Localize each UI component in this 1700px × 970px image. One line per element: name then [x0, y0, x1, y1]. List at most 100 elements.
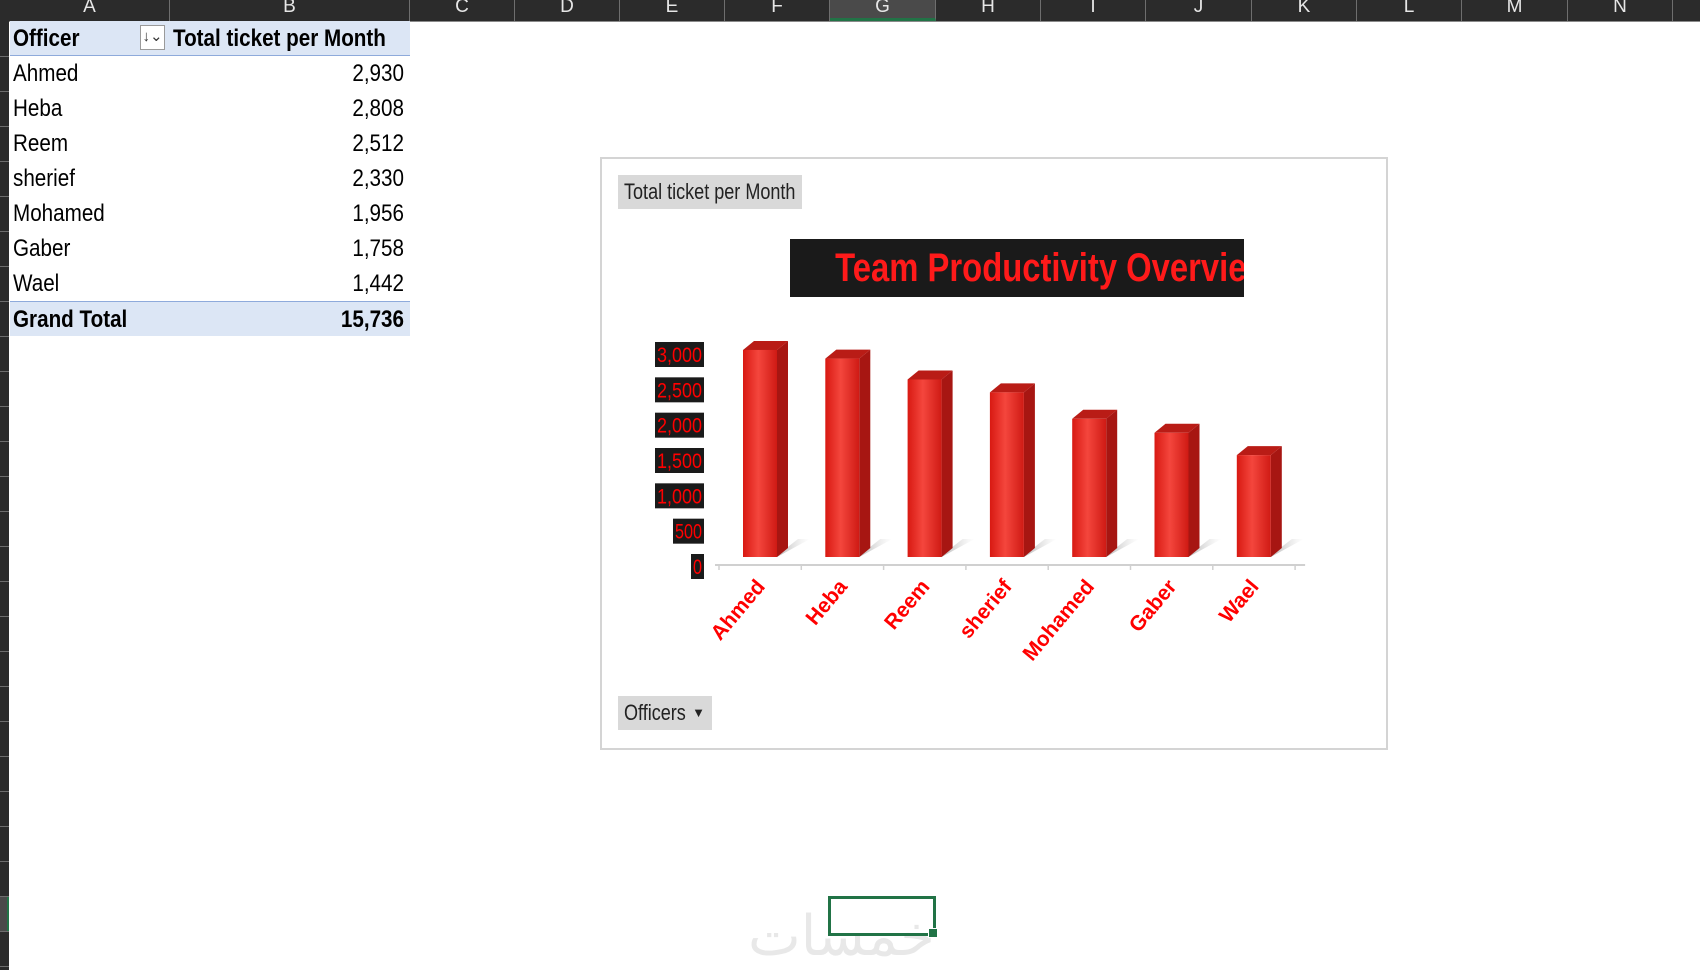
column-header-n[interactable]: N: [1568, 0, 1673, 21]
column-header-c[interactable]: C: [410, 0, 515, 21]
pivot-cell-officer: sherief: [13, 165, 75, 192]
column-header-h[interactable]: H: [936, 0, 1041, 21]
grand-total-value: 15,736: [340, 306, 404, 333]
row-divider: [0, 896, 9, 897]
row-divider: [0, 301, 9, 302]
grand-total-label: Grand Total: [13, 306, 128, 333]
pivot-chart[interactable]: 3,000 2,500 2,000 1,500 1,000 500 0 Ahmed Heba Re…: [600, 157, 1388, 750]
row-divider: [0, 826, 9, 827]
y-tick-label: 2,500: [655, 377, 704, 403]
column-header-e[interactable]: E: [620, 0, 725, 21]
bar-sherief[interactable]: [989, 383, 1057, 557]
selected-row-marker: [0, 897, 9, 931]
axis-field-button[interactable]: Officers ▼: [618, 696, 712, 730]
row-divider: [0, 791, 9, 792]
column-header-f[interactable]: F: [725, 0, 830, 21]
pivot-cell-total: 1,758: [352, 235, 404, 262]
y-tick-label: 1,500: [655, 448, 704, 473]
value-field-button[interactable]: Total ticket per Month: [618, 175, 802, 209]
y-tick-label: 0: [691, 554, 704, 579]
pivot-cell-officer: Mohamed: [13, 200, 105, 227]
y-tick-label: 2,000: [655, 412, 704, 438]
bar-side: [859, 349, 871, 557]
column-header-i[interactable]: I: [1041, 0, 1146, 21]
pivot-header-total[interactable]: Total ticket per Month: [173, 21, 386, 56]
pivot-cell-total: 1,442: [352, 270, 404, 297]
pivot-header-officer[interactable]: Officer: [13, 21, 142, 56]
x-category-label: Mohamed: [1018, 575, 1099, 665]
sort-filter-icon[interactable]: ↓⌄: [140, 25, 165, 50]
row-divider: [0, 266, 9, 267]
row-divider: [0, 686, 9, 687]
row-divider: [0, 161, 9, 162]
bar-gaber[interactable]: [1154, 423, 1222, 557]
pivot-cell-total: 2,512: [352, 130, 404, 157]
column-header-m[interactable]: M: [1462, 0, 1568, 21]
row-divider: [0, 546, 9, 547]
row-header-strip[interactable]: [0, 21, 9, 970]
bar-side: [1106, 409, 1118, 557]
row-divider: [0, 336, 9, 337]
bar-mohamed[interactable]: [1072, 409, 1140, 557]
bar-side: [1023, 383, 1035, 557]
column-header-a[interactable]: A: [10, 0, 170, 21]
column-header-bar: ABCDEFGHIJKLMN: [0, 0, 1700, 22]
row-divider: [0, 56, 9, 57]
bar-reem[interactable]: [907, 370, 975, 557]
bar-front: [825, 358, 860, 557]
chart-title[interactable]: Team Productivity Overvie: [790, 239, 1244, 297]
y-tick-text: 500: [675, 521, 702, 544]
bar-side: [1188, 423, 1200, 557]
pivot-cell-total: 2,330: [352, 165, 404, 192]
column-header-j[interactable]: J: [1146, 0, 1252, 21]
pivot-row[interactable]: Gaber 1,758: [10, 231, 410, 266]
bar-ahmed[interactable]: [743, 340, 810, 557]
pivot-cell-total: 2,808: [352, 95, 404, 122]
pivot-row[interactable]: Mohamed 1,956: [10, 196, 410, 231]
pivot-cell-officer: Wael: [13, 270, 60, 297]
row-divider: [0, 581, 9, 582]
bar-side: [941, 370, 953, 557]
axis-field-label: Officers: [624, 700, 686, 725]
pivot-cell-officer: Heba: [13, 95, 63, 122]
y-tick-text: 1,500: [657, 450, 702, 473]
bar-side: [777, 340, 788, 557]
row-divider: [0, 721, 9, 722]
bar-side: [1270, 446, 1282, 557]
row-divider: [0, 756, 9, 757]
column-header-d[interactable]: D: [515, 0, 620, 21]
active-cell-selection[interactable]: [828, 896, 938, 938]
fill-handle[interactable]: [928, 928, 938, 938]
column-header-g[interactable]: G: [830, 0, 936, 21]
column-header-k[interactable]: K: [1252, 0, 1357, 21]
row-divider: [0, 231, 9, 232]
value-field-label: Total ticket per Month: [624, 179, 796, 204]
bar-heba[interactable]: [825, 349, 893, 557]
x-category-label: Ahmed: [706, 575, 769, 644]
pivot-row[interactable]: Reem 2,512: [10, 126, 410, 161]
dropdown-caret-icon: ▼: [692, 705, 705, 720]
y-tick-label: 1,000: [655, 483, 704, 509]
y-tick-label: 3,000: [655, 342, 704, 367]
pivot-row[interactable]: Ahmed 2,930: [10, 56, 410, 91]
row-divider: [0, 406, 9, 407]
bar-wael[interactable]: [1236, 446, 1304, 557]
pivot-grand-total-row[interactable]: Grand Total 15,736: [10, 301, 410, 336]
x-category-label: Gaber: [1125, 575, 1182, 636]
chart-title-text: Team Productivity Overvie: [835, 246, 1244, 290]
pivot-cell-officer: Reem: [13, 130, 69, 157]
y-tick-text: 3,000: [657, 344, 702, 367]
pivot-row[interactable]: Heba 2,808: [10, 91, 410, 126]
pivot-cell-total: 1,956: [352, 200, 404, 227]
x-category-label: sherief: [955, 575, 1018, 643]
x-category-label: Reem: [880, 575, 934, 634]
pivot-row[interactable]: sherief 2,330: [10, 161, 410, 196]
pivot-cell-officer: Ahmed: [13, 60, 79, 87]
y-tick-text: 2,000: [657, 415, 702, 438]
pivot-cell-total: 2,930: [352, 60, 404, 87]
column-header-b[interactable]: B: [170, 0, 410, 21]
column-header-l[interactable]: L: [1357, 0, 1462, 21]
bar-front: [1072, 418, 1107, 557]
pivot-row[interactable]: Wael 1,442: [10, 266, 410, 301]
row-divider: [0, 441, 9, 442]
